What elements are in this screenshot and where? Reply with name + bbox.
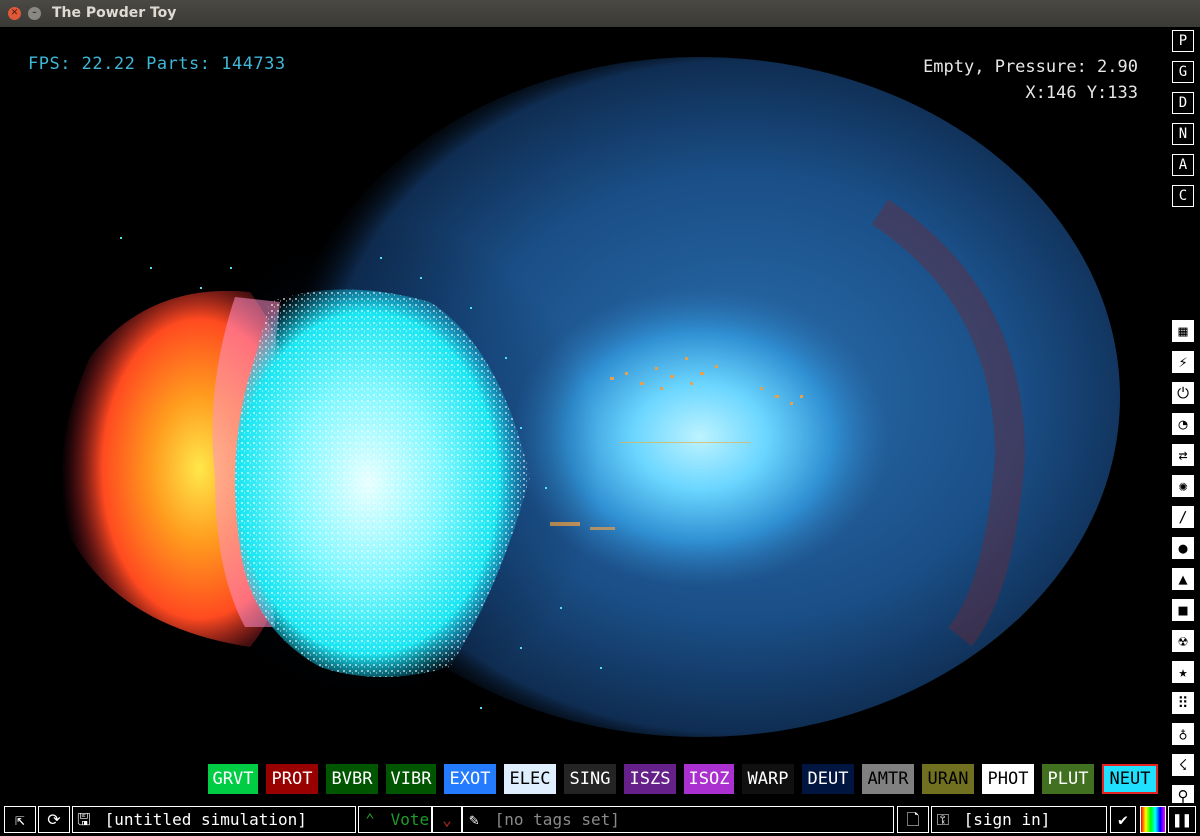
vote-down-button[interactable]: ⌄: [432, 806, 462, 833]
display-mode-button[interactable]: [1140, 806, 1166, 833]
life-category-button[interactable]: ⠿: [1172, 692, 1194, 714]
electronics-category-button[interactable]: ⚡: [1172, 351, 1194, 373]
solids-icon: ■: [1178, 601, 1188, 619]
walls-category-button[interactable]: ▦: [1172, 320, 1194, 342]
title-bar: ✕ – The Powder Toy: [0, 0, 1200, 27]
element-isoz-button[interactable]: ISOZ: [684, 764, 734, 794]
powders-category-button[interactable]: ▲: [1172, 568, 1194, 590]
save-icon: 🖫: [77, 810, 91, 829]
simulation-canvas[interactable]: [0, 27, 1165, 762]
pressure-readout: Empty, Pressure: 2.90: [923, 57, 1138, 77]
tags-field[interactable]: ✎ [no tags set]: [462, 806, 894, 833]
open-save-icon: ⇱: [15, 810, 25, 829]
powered-category-button[interactable]: ⏻: [1172, 382, 1194, 404]
thumbs-up-icon: ⌃: [365, 810, 375, 829]
powered-icon: ⏻: [1177, 384, 1189, 402]
reload-icon: ⟳: [47, 810, 61, 829]
fps-parts-counter: FPS: 22.22 Parts: 144733: [28, 54, 286, 74]
new-document-icon: 🗋: [906, 810, 920, 829]
center-streak: [620, 442, 750, 443]
element-phot-button[interactable]: PHOT: [982, 764, 1034, 794]
element-bvbr-button[interactable]: BVBR: [326, 764, 378, 794]
sensors-icon: ◔: [1178, 415, 1188, 433]
pause-icon: ❚❚: [1172, 810, 1192, 829]
render-mode-a-button[interactable]: A: [1172, 154, 1194, 176]
render-mode-g-button[interactable]: G: [1172, 61, 1194, 83]
sign-in-button[interactable]: ⚿ [sign in]: [931, 806, 1107, 833]
liquids-icon: ●: [1178, 539, 1188, 557]
render-mode-n-button[interactable]: N: [1172, 123, 1194, 145]
solids-category-button[interactable]: ■: [1172, 599, 1194, 621]
render-mode-p-button[interactable]: P: [1172, 30, 1194, 52]
open-save-button[interactable]: ⇱: [4, 806, 36, 833]
element-plut-button[interactable]: PLUT: [1042, 764, 1094, 794]
vote-up-button[interactable]: ⌃ Vote: [358, 806, 432, 833]
special-icon: ★: [1178, 663, 1188, 681]
special-category-button[interactable]: ★: [1172, 661, 1194, 683]
minimize-window-button[interactable]: –: [28, 7, 41, 20]
explosives-icon: ✺: [1178, 477, 1188, 495]
settings-button[interactable]: ✔: [1110, 806, 1136, 833]
thumbs-down-icon: ⌄: [442, 810, 452, 829]
element-amtr-button[interactable]: AMTR: [862, 764, 914, 794]
clear-simulation-button[interactable]: 🗋: [897, 806, 929, 833]
sensors-category-button[interactable]: ◔: [1172, 413, 1194, 435]
radioactive-icon: ☢: [1178, 632, 1188, 650]
coordinate-readout: X:146 Y:133: [1025, 83, 1138, 103]
bottom-bar: ⇱ ⟳ 🖫 [untitled simulation] ⌃ Vote ⌄ ✎ […: [0, 803, 1200, 836]
gases-icon: ∕: [1178, 508, 1188, 526]
tools-icon: ♁: [1178, 725, 1188, 743]
element-neut-button[interactable]: NEUT: [1102, 764, 1158, 794]
key-icon: ⚿: [936, 810, 950, 829]
powder-toy-window: ✕ – The Powder Toy FPS: 22.22 Parts: 144…: [0, 0, 1200, 836]
element-deut-button[interactable]: DEUT: [802, 764, 854, 794]
save-simulation-button[interactable]: 🖫 [untitled simulation]: [72, 806, 356, 833]
element-sing-button[interactable]: SING: [564, 764, 616, 794]
element-warp-button[interactable]: WARP: [742, 764, 794, 794]
walls-icon: ▦: [1178, 322, 1188, 340]
element-prot-button[interactable]: PROT: [266, 764, 318, 794]
save-name-label: [untitled simulation]: [104, 810, 307, 829]
reload-button[interactable]: ⟳: [38, 806, 70, 833]
element-vibr-button[interactable]: VIBR: [386, 764, 436, 794]
liquids-category-button[interactable]: ●: [1172, 537, 1194, 559]
radioactive-category-button[interactable]: ☢: [1172, 630, 1194, 652]
favorites-icon: ☇: [1178, 756, 1188, 774]
sign-in-label: [sign in]: [963, 810, 1051, 829]
element-uran-button[interactable]: URAN: [922, 764, 974, 794]
tools-category-button[interactable]: ♁: [1172, 723, 1194, 745]
render-mode-c-button[interactable]: C: [1172, 185, 1194, 207]
gases-category-button[interactable]: ∕: [1172, 506, 1194, 528]
electronics-icon: ⚡: [1178, 353, 1188, 371]
close-window-button[interactable]: ✕: [8, 7, 21, 20]
powders-icon: ▲: [1178, 570, 1188, 588]
tag-icon: ✎: [469, 810, 479, 829]
pause-button[interactable]: ❚❚: [1168, 806, 1196, 833]
element-grvt-button[interactable]: GRVT: [208, 764, 258, 794]
element-elec-button[interactable]: ELEC: [504, 764, 556, 794]
force-category-button[interactable]: ⇄: [1172, 444, 1194, 466]
life-icon: ⠿: [1177, 694, 1189, 712]
check-icon: ✔: [1118, 810, 1128, 829]
window-title: The Powder Toy: [52, 5, 177, 21]
vote-label: Vote: [390, 810, 430, 829]
render-mode-d-button[interactable]: D: [1172, 92, 1194, 114]
right-toolbar: PGDNAC ▦ ⚡ ⏻ ◔ ⇄ ✺ ∕ ● ▲ ■ ☢ ★ ⠿ ♁ ☇ ⚲: [1165, 27, 1200, 807]
favorites-category-button[interactable]: ☇: [1172, 754, 1194, 776]
tags-text: [no tags set]: [494, 810, 620, 829]
element-exot-button[interactable]: EXOT: [444, 764, 496, 794]
cursor-info: Empty, Pressure: 2.90 X:146 Y:133: [923, 54, 1138, 106]
element-iszs-button[interactable]: ISZS: [624, 764, 676, 794]
explosives-category-button[interactable]: ✺: [1172, 475, 1194, 497]
force-icon: ⇄: [1178, 446, 1188, 464]
